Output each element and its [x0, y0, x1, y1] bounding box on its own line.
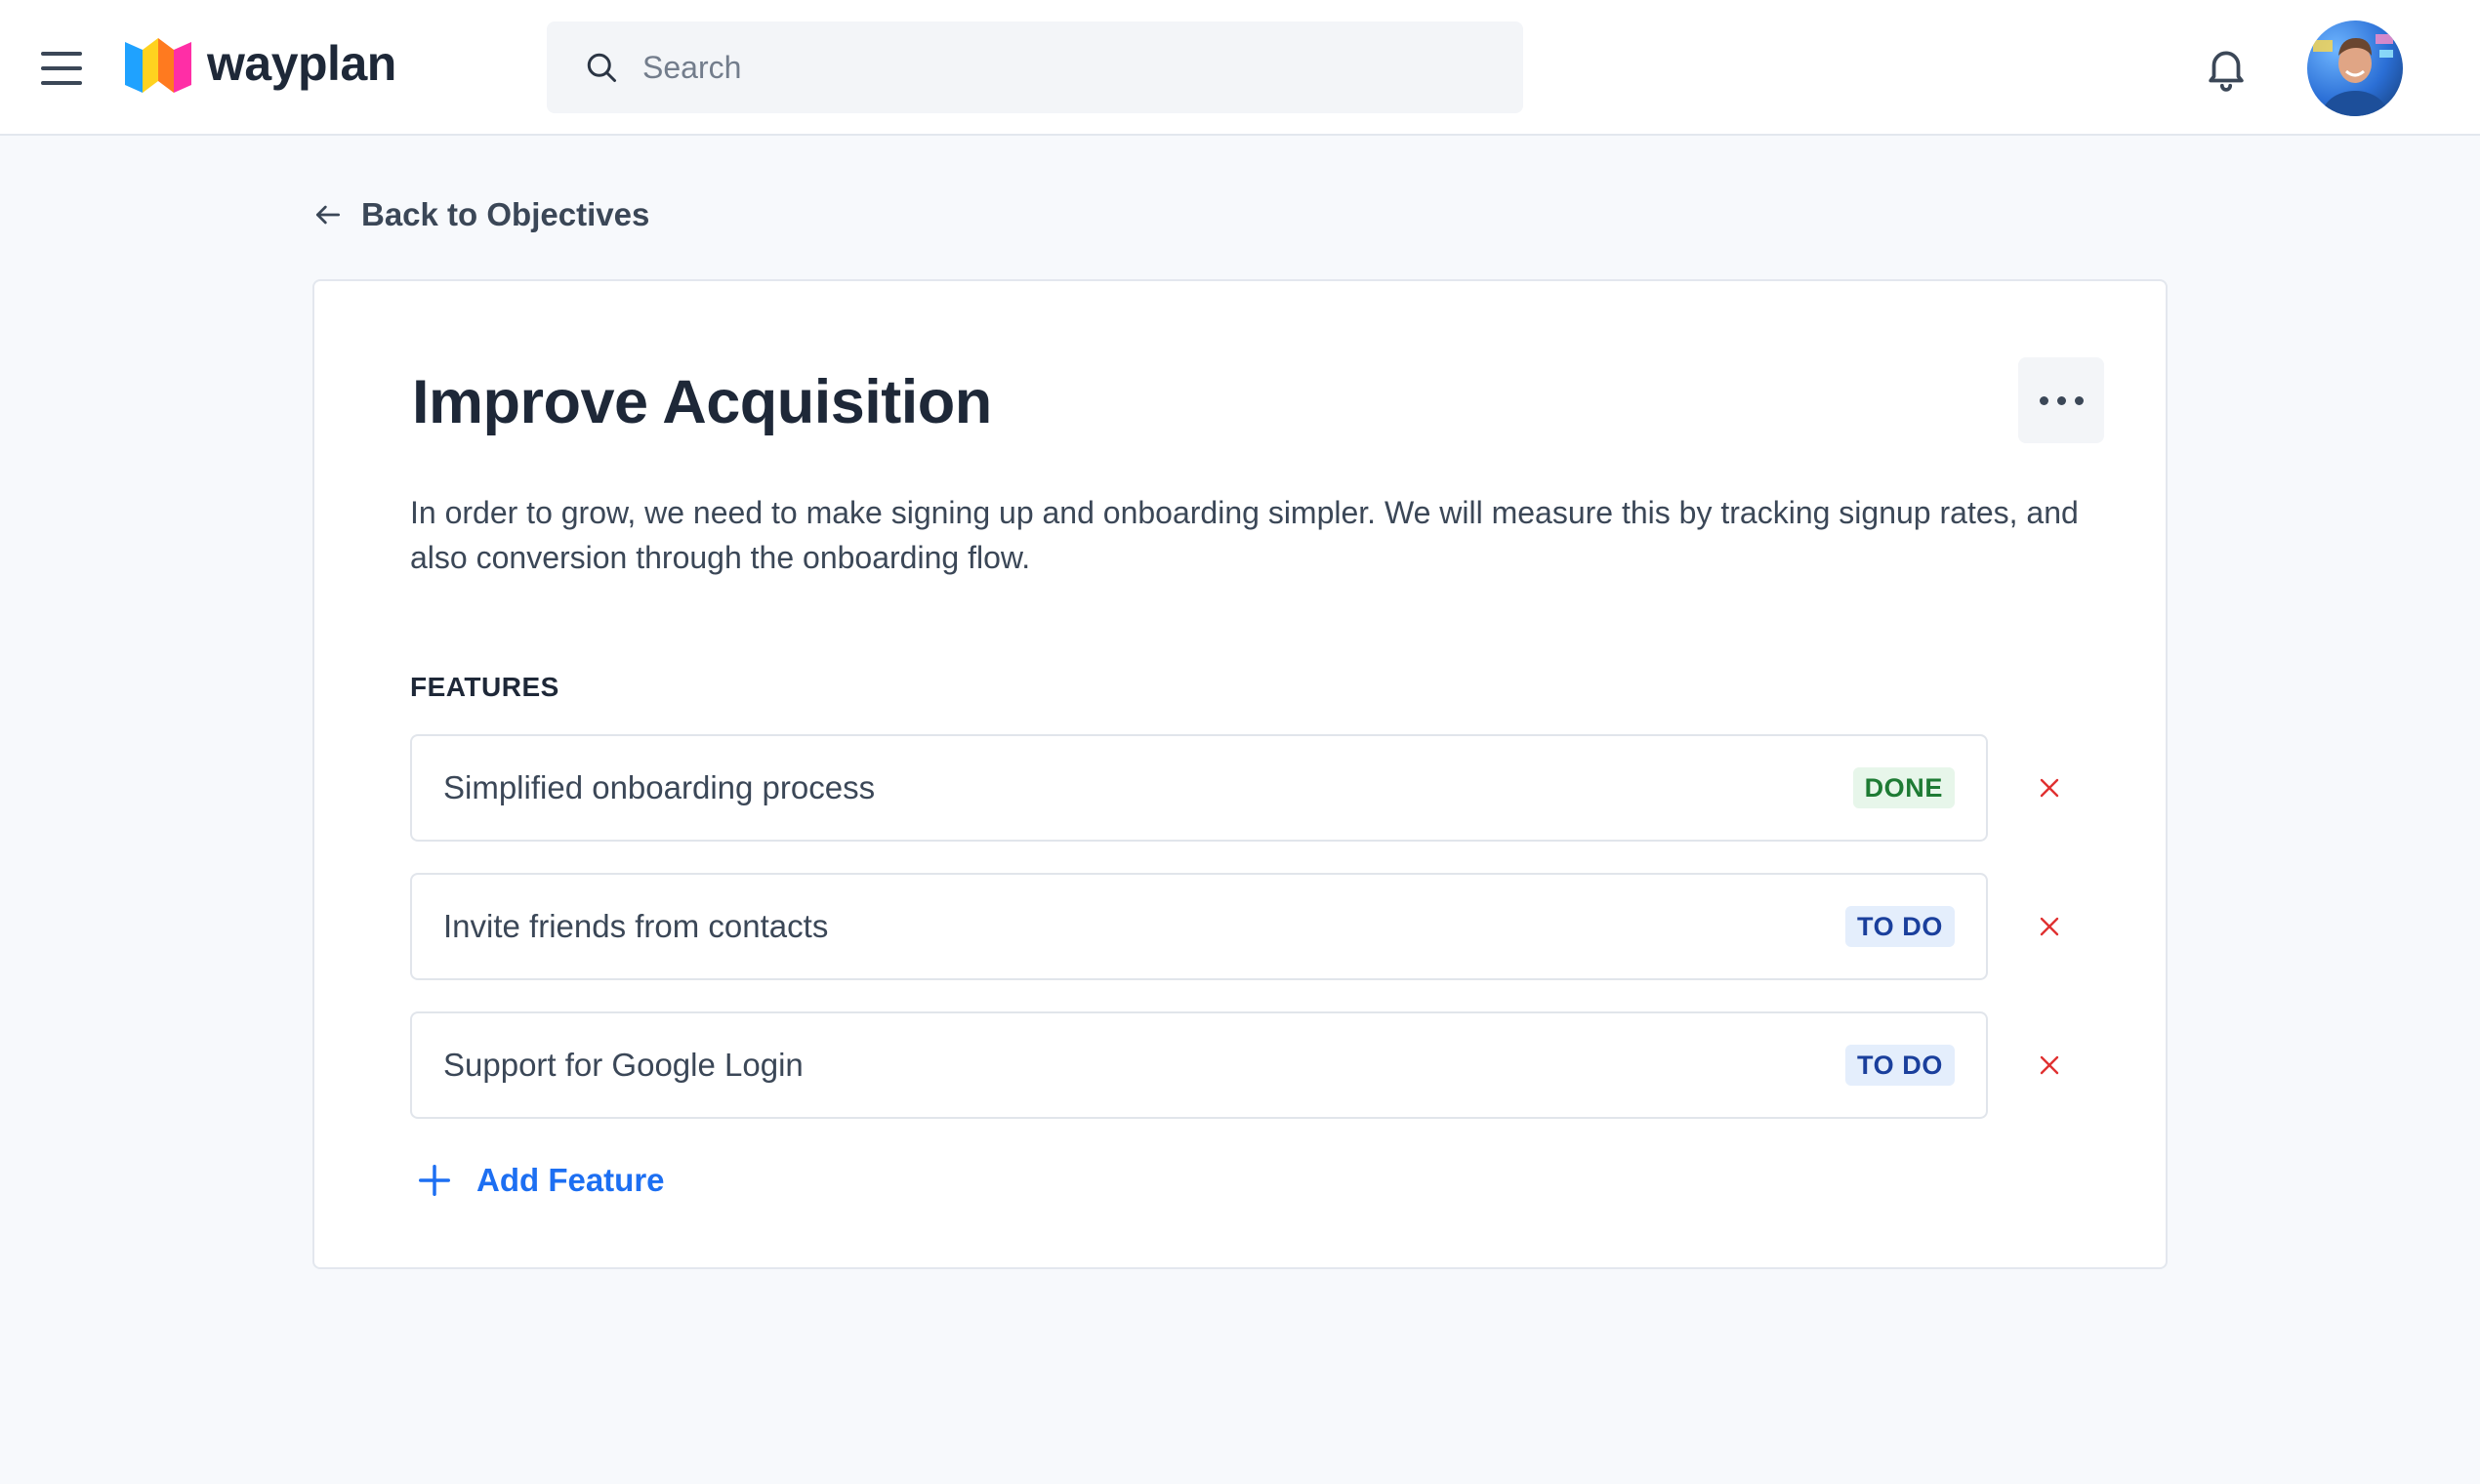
feature-name: Simplified onboarding process: [443, 769, 876, 805]
top-bar: wayplan: [0, 0, 2480, 136]
status-badge: TO DO: [1844, 906, 1955, 947]
avatar-photo-icon: [2313, 34, 2393, 116]
feature-item[interactable]: Support for Google Login TO DO: [410, 1011, 1988, 1119]
objective-title: Improve Acquisition: [412, 368, 992, 436]
bell-icon: [2209, 51, 2244, 92]
feature-row: Simplified onboarding process DONE: [410, 734, 2089, 873]
user-avatar[interactable]: [2307, 21, 2403, 116]
more-options-button[interactable]: [2018, 357, 2104, 443]
features-heading: FEATURES: [410, 672, 559, 702]
search-icon: [587, 53, 616, 82]
status-badge: TO DO: [1844, 1045, 1955, 1086]
back-to-objectives-link[interactable]: Back to Objectives: [312, 191, 649, 238]
notifications-button[interactable]: [2202, 43, 2251, 94]
close-icon: [2040, 917, 2059, 936]
feature-row: Support for Google Login TO DO: [410, 1011, 2089, 1150]
search-bar[interactable]: [547, 21, 1523, 113]
brand-logo[interactable]: wayplan: [123, 31, 396, 96]
back-link-label: Back to Objectives: [361, 196, 650, 232]
feature-row: Invite friends from contacts TO DO: [410, 873, 2089, 1011]
brand-name: wayplan: [207, 36, 396, 91]
remove-feature-button[interactable]: [2027, 766, 2072, 809]
status-badge: DONE: [1852, 767, 1955, 808]
feature-name: Support for Google Login: [443, 1047, 804, 1083]
feature-list: Simplified onboarding process DONE Invit…: [410, 734, 2089, 1150]
more-horizontal-icon: [2039, 395, 2048, 405]
add-feature-button[interactable]: Add Feature: [416, 1156, 665, 1205]
feature-item[interactable]: Simplified onboarding process DONE: [410, 734, 1988, 842]
feature-item[interactable]: Invite friends from contacts TO DO: [410, 873, 1988, 980]
hamburger-menu-button[interactable]: [39, 47, 84, 90]
remove-feature-button[interactable]: [2027, 905, 2072, 948]
arrow-left-icon: [316, 205, 340, 225]
objective-card: Improve Acquisition In order to grow, we…: [312, 279, 2168, 1269]
feature-name: Invite friends from contacts: [443, 908, 829, 944]
add-feature-label: Add Feature: [476, 1162, 665, 1198]
remove-feature-button[interactable]: [2027, 1044, 2072, 1087]
close-icon: [2040, 1055, 2059, 1075]
search-input[interactable]: [642, 49, 1482, 86]
close-icon: [2040, 778, 2059, 798]
objective-description: In order to grow, we need to make signin…: [410, 495, 2079, 575]
hamburger-icon: [41, 52, 82, 56]
wayplan-logo-icon: [125, 38, 191, 93]
plus-icon: [419, 1165, 450, 1196]
